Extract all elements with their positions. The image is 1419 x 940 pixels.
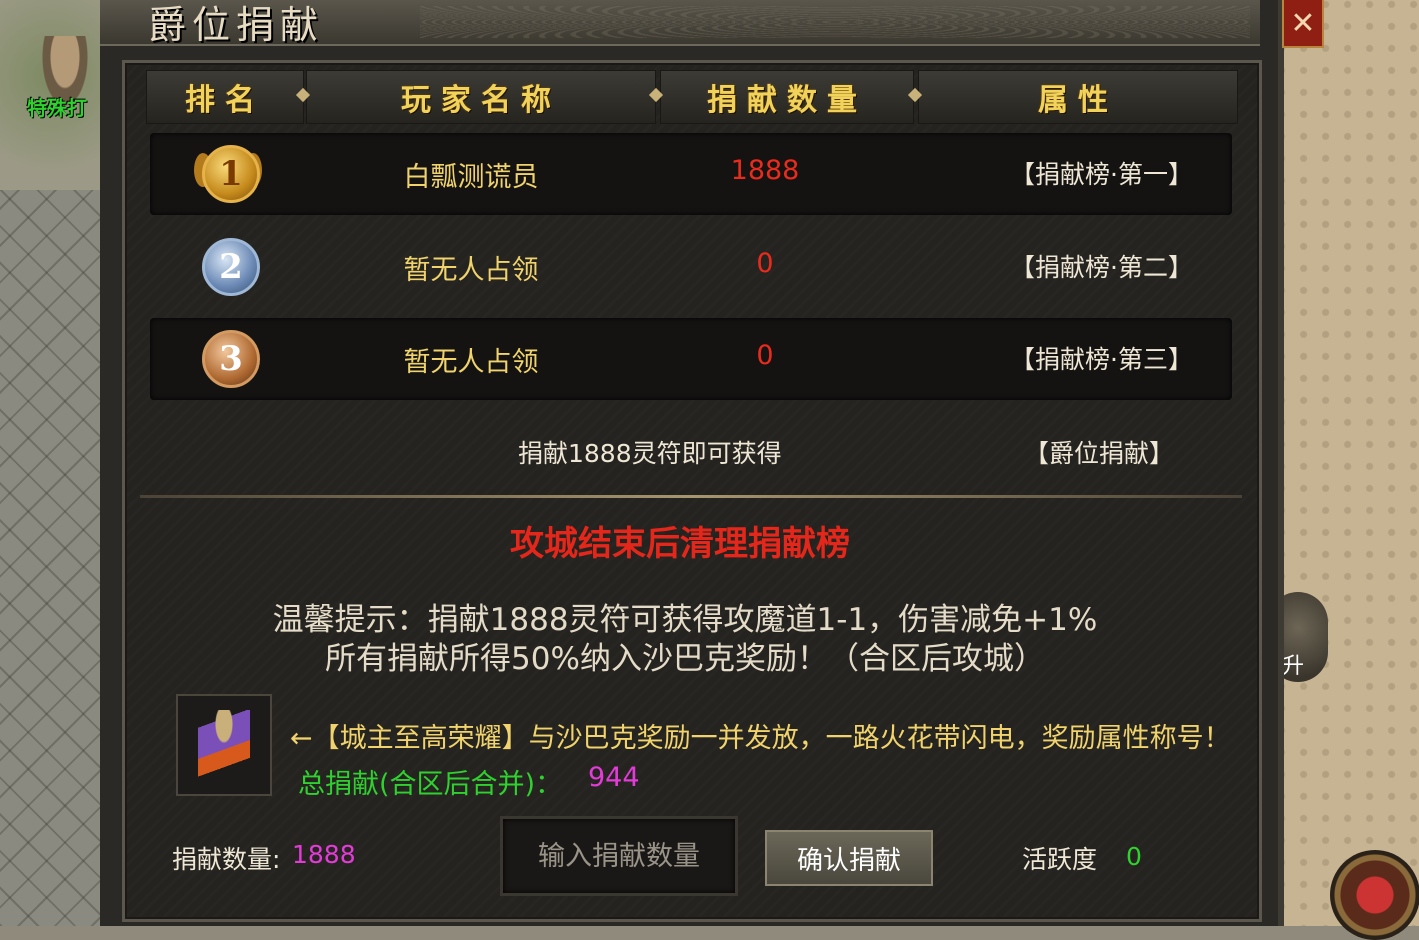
donation-amount: 1888 — [730, 155, 800, 186]
noble-donation-attribute: 【爵位捐献】 — [1024, 439, 1175, 468]
player-name: 暂无人占领 — [403, 255, 539, 286]
confirm-donation-button[interactable]: 确认捐献 — [765, 830, 933, 886]
rank-attribute: 【捐献榜·第一】 — [1010, 160, 1193, 189]
header-player-name: 玩家名称 — [306, 70, 656, 124]
donation-input-box[interactable] — [500, 816, 738, 896]
rank-attribute: 【捐献榜·第二】 — [1010, 253, 1193, 282]
donation-amount: 0 — [756, 248, 774, 279]
table-row: 2 暂无人占领 0 【捐献榜·第二】 — [150, 226, 1232, 308]
skill-button[interactable] — [1330, 850, 1419, 940]
title-bar-ornament — [420, 6, 1250, 38]
silver-medal-icon: 2 — [194, 232, 262, 300]
panel-title: 爵位捐献 — [148, 3, 325, 47]
table-row: 1 白瓢测谎员 1888 【捐献榜·第一】 — [150, 133, 1232, 215]
npc-name-label: 特殊打 — [27, 96, 87, 120]
header-donation-amount: 捐献数量 — [660, 70, 914, 124]
gold-medal-icon: 1 — [194, 139, 262, 207]
activity-value: 0 — [1126, 842, 1142, 871]
reward-description: ←【城主至高荣耀】与沙巴克奖励一并发放，一路火花带闪电，奖励属性称号！ — [290, 723, 1231, 754]
table-row: 3 暂无人占领 0 【捐献榜·第三】 — [150, 318, 1232, 400]
reward-item-slot[interactable] — [176, 694, 272, 796]
activity-label: 活跃度 — [1022, 845, 1098, 874]
section-divider — [140, 495, 1242, 498]
rank-attribute: 【捐献榜·第三】 — [1010, 345, 1193, 374]
tip-line-2: 所有捐献所得50%纳入沙巴克奖励！（合区后攻城） — [325, 641, 1045, 677]
total-donation-value: 944 — [588, 762, 640, 793]
side-upgrade-label: 升 — [1282, 654, 1305, 679]
donation-count-value: 1888 — [292, 840, 356, 869]
donation-count-label: 捐献数量: — [172, 845, 281, 874]
bronze-medal-icon: 3 — [194, 324, 262, 392]
reward-character-icon — [198, 710, 250, 780]
scene-right — [1275, 0, 1419, 926]
rank-number: 1 — [202, 145, 260, 203]
player-name: 白瓢测谎员 — [403, 162, 539, 193]
header-attribute: 属性 — [918, 70, 1238, 124]
donation-amount: 0 — [756, 340, 774, 371]
donation-requirement-text: 捐献1888灵符即可获得 — [518, 439, 782, 468]
player-name: 暂无人占领 — [403, 347, 539, 378]
rank-number: 2 — [202, 238, 260, 296]
clear-warning-text: 攻城结束后清理捐献榜 — [510, 524, 850, 564]
total-donation-label: 总捐献(合区后合并)： — [298, 769, 563, 800]
close-button[interactable]: ✕ — [1282, 0, 1324, 48]
donation-amount-input[interactable] — [517, 839, 721, 873]
rank-number: 3 — [202, 330, 260, 388]
header-rank: 排名 — [146, 70, 304, 124]
